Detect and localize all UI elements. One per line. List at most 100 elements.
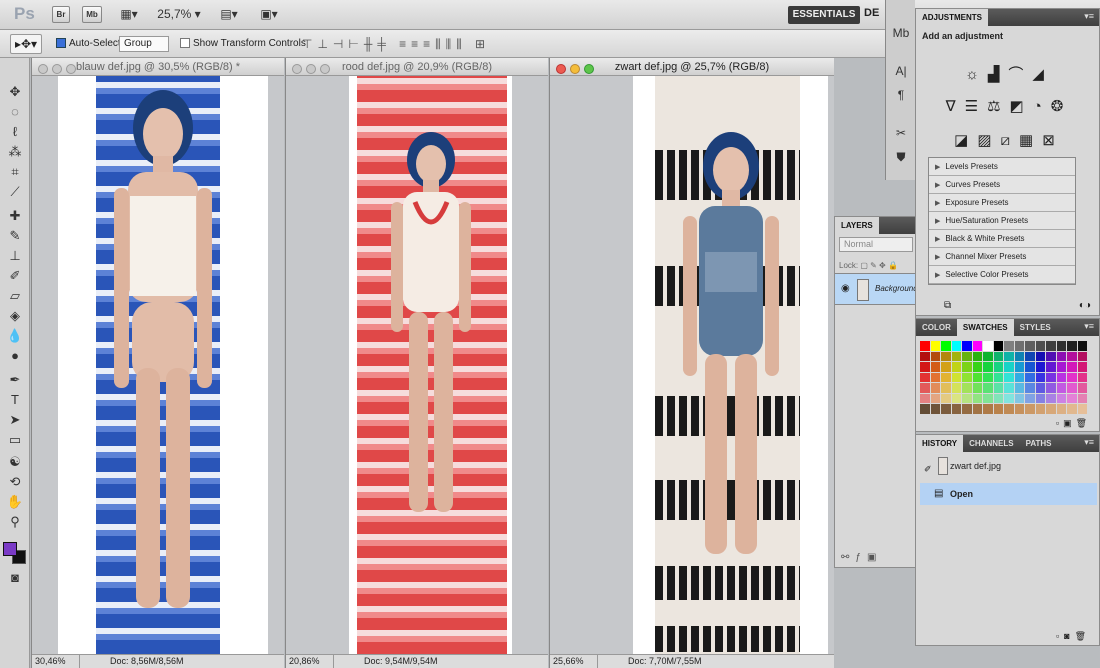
window-controls[interactable] (292, 62, 334, 80)
preset-black-white[interactable]: Black & White Presets (929, 230, 1075, 248)
color-swatch[interactable] (920, 372, 930, 382)
window-controls[interactable] (556, 62, 598, 80)
history-snapshot[interactable]: ✐ zwart def.jpg (920, 455, 1090, 477)
color-swatch[interactable] (951, 351, 961, 361)
color-swatch[interactable] (983, 362, 993, 372)
color-swatch[interactable] (1046, 404, 1056, 414)
color-swatch[interactable] (1004, 404, 1014, 414)
color-swatch[interactable] (1046, 362, 1056, 372)
color-swatch[interactable] (951, 362, 961, 372)
quick-mask-icon[interactable]: ◙ (6, 570, 24, 586)
preset-hue-saturation[interactable]: Hue/Saturation Presets (929, 212, 1075, 230)
color-swatch[interactable] (962, 362, 972, 372)
color-swatch[interactable] (962, 393, 972, 403)
color-swatch[interactable] (920, 404, 930, 414)
color-swatch[interactable] (1004, 393, 1014, 403)
color-swatch[interactable] (920, 393, 930, 403)
color-swatch[interactable] (1035, 383, 1045, 393)
minimize-icon[interactable] (570, 64, 580, 74)
color-swatch[interactable] (1077, 372, 1087, 382)
color-swatch[interactable] (1056, 372, 1066, 382)
color-swatch[interactable] (962, 383, 972, 393)
color-swatch[interactable] (972, 404, 982, 414)
eraser-tool-icon[interactable]: ▱ (6, 288, 24, 304)
path-selection-tool-icon[interactable]: ➤ (6, 412, 24, 428)
adjustment-icons-row-2[interactable]: ∇☰⚖◩◔❂ (916, 97, 1100, 115)
tool-presets-icon[interactable]: ✂ (892, 124, 910, 142)
document-title-blauw[interactable]: blauw def.jpg @ 30,5% (RGB/8) * (32, 58, 284, 76)
color-swatch[interactable] (972, 362, 982, 372)
color-swatch[interactable] (1025, 383, 1035, 393)
type-tool-icon[interactable]: T (6, 392, 24, 408)
color-swatch[interactable] (941, 341, 951, 351)
lasso-tool-icon[interactable]: ℓ (6, 124, 24, 140)
rectangle-tool-icon[interactable]: ▭ (6, 432, 24, 448)
color-swatch[interactable] (1077, 351, 1087, 361)
color-swatch[interactable] (1077, 362, 1087, 372)
color-swatch[interactable] (951, 383, 961, 393)
color-swatch[interactable] (983, 393, 993, 403)
color-swatch[interactable] (920, 341, 930, 351)
clip-layer-icon[interactable]: ⧉ (944, 300, 951, 311)
adjustment-icons-row-3[interactable]: ◪▨⧄▦⊠ (916, 131, 1100, 149)
color-swatch[interactable] (972, 372, 982, 382)
color-swatch[interactable] (972, 341, 982, 351)
swatch-grid[interactable] (920, 341, 1087, 414)
adjustment-icons-row-1[interactable]: ☼▟⌒◢ (916, 63, 1100, 84)
history-state-open[interactable]: ▤ Open (920, 483, 1097, 505)
auto-select-checkbox[interactable]: Auto-Select: (56, 38, 123, 49)
panel-menu-icon[interactable]: ▾≡ (1084, 437, 1094, 448)
color-swatch[interactable] (1067, 372, 1077, 382)
zoom-tool-icon[interactable]: ⚲ (6, 514, 24, 530)
color-swatch[interactable] (920, 351, 930, 361)
color-swatch[interactable] (920, 362, 930, 372)
color-swatch[interactable] (951, 372, 961, 382)
history-brush-source-icon[interactable]: ✐ (924, 458, 932, 480)
color-swatch[interactable] (1077, 393, 1087, 403)
preset-levels[interactable]: Levels Presets (929, 158, 1075, 176)
color-swatch[interactable] (1056, 341, 1066, 351)
tab-adjustments[interactable]: ADJUSTMENTS (916, 9, 989, 26)
3d-rotate-tool-icon[interactable]: ☯ (6, 454, 24, 470)
color-swatch[interactable] (1025, 404, 1035, 414)
color-swatch[interactable] (1067, 362, 1077, 372)
tab-history[interactable]: HISTORY (916, 435, 964, 452)
color-swatch[interactable] (983, 383, 993, 393)
color-swatch[interactable] (941, 362, 951, 372)
color-swatch[interactable] (1035, 393, 1045, 403)
3d-camera-tool-icon[interactable]: ⟲ (6, 474, 24, 490)
color-swatch[interactable] (962, 351, 972, 361)
align-distribute-icons[interactable]: ⊤⊥⊣⊢╫╪ ≡≡≡⫼⫼⫼ ⊞ (302, 37, 490, 52)
document-window-rood[interactable]: rood def.jpg @ 20,9% (RGB/8) 20,86% Doc: … (285, 58, 548, 668)
color-swatch[interactable] (930, 362, 940, 372)
color-swatch[interactable] (1025, 341, 1035, 351)
mini-bridge-button[interactable]: Mb (82, 6, 102, 23)
color-swatch[interactable] (941, 393, 951, 403)
move-tool-icon[interactable]: ✥ (6, 84, 24, 100)
color-swatch[interactable] (1056, 383, 1066, 393)
color-swatch[interactable] (1046, 341, 1056, 351)
color-swatch[interactable] (930, 404, 940, 414)
color-swatch[interactable] (941, 351, 951, 361)
zoom-field[interactable]: 30,46% (32, 655, 80, 668)
color-swatch[interactable] (1077, 341, 1087, 351)
color-swatch[interactable] (962, 341, 972, 351)
color-swatch[interactable] (1056, 362, 1066, 372)
color-swatch[interactable] (1035, 372, 1045, 382)
color-swatch[interactable] (1067, 404, 1077, 414)
color-swatch[interactable] (930, 372, 940, 382)
adjustment-visibility-icon[interactable]: ◐◑ (1079, 300, 1091, 311)
color-swatch[interactable] (972, 351, 982, 361)
doc-size[interactable]: Doc: 9,54M/9,54M (364, 655, 438, 668)
screen-mode-icon[interactable]: ▣▾ (254, 6, 284, 23)
blur-tool-icon[interactable]: 💧 (6, 328, 24, 344)
eyedropper-tool-icon[interactable]: ⟋ (6, 184, 24, 200)
canvas-blauw[interactable] (58, 76, 268, 654)
color-swatch[interactable] (951, 341, 961, 351)
color-swatch[interactable] (1046, 351, 1056, 361)
document-title-rood[interactable]: rood def.jpg @ 20,9% (RGB/8) (286, 58, 548, 76)
color-swatch[interactable] (1004, 383, 1014, 393)
view-extras-icon[interactable]: ▦▾ (114, 6, 144, 23)
panel-menu-icon[interactable]: ▾≡ (1084, 321, 1094, 332)
color-swatch[interactable] (1025, 362, 1035, 372)
